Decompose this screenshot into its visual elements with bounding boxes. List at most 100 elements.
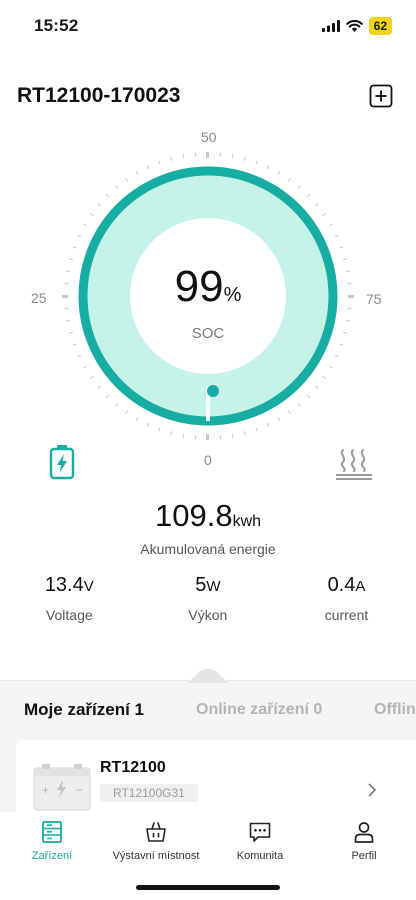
device-title: RT12100-170023 — [17, 84, 181, 107]
gauge-tick — [334, 354, 339, 358]
device-card[interactable]: + − RT12100 RT12100G31 — [16, 740, 416, 816]
gauge-tick — [322, 375, 327, 380]
gauge-label-bottom: 0 — [204, 452, 212, 468]
gauge-tick — [77, 234, 82, 238]
tabbar-item-showroom[interactable]: Výstavní místnost — [96, 820, 216, 862]
gauge-tick — [182, 433, 185, 438]
chat-bubble-icon — [249, 822, 271, 842]
gauge-tick — [231, 433, 234, 438]
gauge-level-marker — [207, 385, 219, 397]
metric-unit: A — [355, 578, 366, 595]
tabbar-item-profile[interactable]: Perfil — [304, 820, 416, 862]
gauge-tick — [97, 385, 102, 389]
svg-text:+: + — [42, 783, 49, 797]
gauge-tick — [72, 246, 77, 249]
gauge-tick — [339, 343, 344, 346]
metric-label: current — [324, 607, 369, 623]
tab-offline-devices[interactable]: Offlin — [374, 701, 416, 719]
gauge-tick — [328, 223, 333, 227]
device-list-icon — [42, 821, 62, 843]
gauge-tick — [158, 427, 161, 432]
gauge-tick — [277, 171, 281, 176]
gauge-tick — [72, 343, 77, 346]
metrics-row: 13.4V Voltage 5W Výkon 0.4A current — [0, 574, 416, 623]
gauge-tick — [231, 154, 234, 159]
metric-voltage: 13.4V Voltage — [0, 574, 139, 623]
gauge-tick — [306, 193, 311, 198]
gauge-tick — [77, 354, 82, 358]
gauge-tick — [297, 402, 301, 407]
gauge-tick — [158, 160, 161, 165]
battery-charging-icon[interactable] — [49, 444, 75, 480]
soc-label: SOC — [191, 325, 225, 342]
device-name: RT12100 — [100, 759, 166, 776]
metric-unit: V — [83, 578, 94, 595]
shopping-basket-icon — [146, 822, 166, 842]
soc-readout: 99% — [0, 262, 416, 312]
device-tabs: Moje zařízení 1 Online zařízení 0 Offlin — [0, 680, 416, 736]
cellular-signal-icon — [321, 20, 340, 32]
wifi-icon — [345, 20, 363, 32]
energy-readout: 109.8kwh — [0, 498, 416, 534]
gauge-tick — [243, 156, 246, 161]
gauge-tick — [277, 416, 281, 421]
gauge-tick — [105, 193, 110, 198]
gauge-tick — [306, 394, 311, 399]
status-icons: 62 — [321, 17, 392, 35]
gauge-tick — [314, 385, 319, 389]
battery-level-badge: 62 — [368, 17, 392, 35]
gauge-tick — [170, 431, 173, 436]
gauge-tick — [135, 416, 139, 421]
gauge-tick — [255, 160, 258, 165]
heater-icon[interactable] — [334, 446, 374, 480]
gauge-tick — [83, 365, 88, 369]
metric-value: 5 — [195, 574, 207, 596]
svg-text:−: − — [76, 783, 83, 797]
gauge-tick — [328, 365, 333, 369]
tab-my-devices[interactable]: Moje zařízení 1 — [24, 700, 144, 720]
gauge-tick — [170, 156, 173, 161]
metric-label: Voltage — [45, 607, 93, 623]
metric-unit: W — [206, 578, 221, 595]
gauge-tick — [89, 212, 94, 217]
gauge-tick — [146, 422, 150, 427]
gauge-tick — [115, 402, 119, 407]
metric-value: 0.4 — [327, 574, 356, 596]
chevron-right-icon — [368, 783, 377, 797]
gauge-tick — [287, 177, 292, 182]
gauge-tick — [287, 410, 292, 415]
status-bar: 15:52 62 — [0, 0, 416, 54]
status-time: 15:52 — [34, 16, 79, 35]
gauge-tick — [255, 427, 258, 432]
add-device-button[interactable] — [369, 84, 393, 108]
gauge-tick — [297, 185, 301, 190]
gauge-tick — [266, 422, 270, 427]
metric-power: 5W Výkon — [139, 574, 278, 623]
soc-value: 99 — [174, 262, 224, 311]
tabbar-label: Výstavní místnost — [112, 850, 200, 862]
gauge-tick — [89, 375, 94, 380]
soc-unit: % — [223, 284, 242, 306]
device-code: RT12100G31 — [100, 784, 198, 802]
gauge-tick — [182, 154, 185, 159]
battery-device-image: + − — [33, 764, 91, 811]
energy-value: 109.8 — [154, 498, 233, 533]
gauge-tick — [68, 258, 73, 261]
gauge-tick — [66, 319, 71, 322]
metric-current: 0.4A current — [277, 574, 416, 623]
gauge-tick — [105, 394, 110, 399]
energy-unit: kwh — [232, 513, 262, 530]
tabbar-item-community[interactable]: Komunita — [200, 820, 320, 862]
gauge-tick — [314, 203, 319, 207]
gauge-tick — [339, 246, 344, 249]
gauge-tick — [83, 223, 88, 227]
tab-online-devices[interactable]: Online zařízení 0 — [196, 701, 322, 719]
home-indicator — [136, 885, 280, 890]
tabbar-label: Komunita — [236, 850, 284, 862]
gauge-tick-bottom — [206, 434, 209, 440]
user-icon — [354, 822, 374, 843]
gauge-tick — [266, 165, 270, 170]
gauge-tick — [343, 258, 348, 261]
gauge-tick — [334, 234, 339, 238]
energy-label: Akumulovaná energie — [140, 541, 276, 557]
